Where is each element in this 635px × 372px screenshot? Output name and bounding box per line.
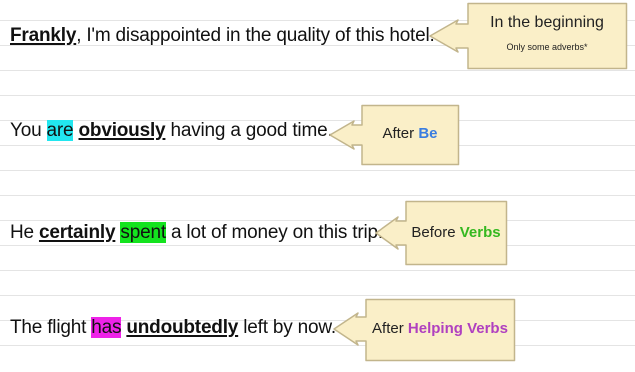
- callout-beginning-title: In the beginning: [490, 14, 604, 31]
- callout-after-helping-verbs-keyword: Helping Verbs: [407, 320, 508, 337]
- callout-after-helping-verbs: After Helping Verbs: [332, 298, 516, 362]
- sentence-1: Frankly, I'm disappointed in the quality…: [10, 24, 435, 48]
- callout-beginning: In the beginning Only some adverbs*: [428, 2, 628, 70]
- highlight-helping-verb: has: [91, 317, 122, 338]
- callout-before-verbs-keyword: Verbs: [459, 224, 501, 241]
- sentence-3-rest: a lot of money on this trip.: [165, 222, 383, 243]
- callout-beginning-note: Only some adverbs*: [506, 42, 588, 52]
- sentence-4: The flight has undoubtedly left by now.: [10, 316, 336, 340]
- sentence-2-rest: having a good time.: [165, 120, 333, 141]
- sentence-4-start: The flight: [10, 317, 92, 338]
- highlight-be-verb: are: [46, 120, 74, 141]
- callout-before-verbs-label: Before Verbs: [406, 224, 506, 241]
- highlight-verb: spent: [120, 222, 166, 243]
- callout-before-verbs: Before Verbs: [374, 200, 508, 266]
- adverb-obviously: obviously: [78, 120, 166, 141]
- sentence-3: He certainly spent a lot of money on thi…: [10, 221, 383, 245]
- adverb-certainly: certainly: [38, 222, 116, 243]
- sentence-4-rest: left by now.: [238, 317, 336, 338]
- callout-after-helping-verbs-label: After Helping Verbs: [366, 320, 514, 337]
- sentence-2: You are obviously having a good time.: [10, 119, 333, 143]
- callout-before-verbs-prefix: Before: [411, 224, 460, 241]
- callout-after-be-keyword: Be: [418, 125, 438, 142]
- sentence-3-start: He: [10, 222, 39, 243]
- callout-beginning-shape: [429, 2, 628, 70]
- adverb-undoubtedly: undoubtedly: [126, 317, 239, 338]
- callout-after-be: After Be: [328, 104, 460, 166]
- callout-after-be-prefix: After: [382, 125, 419, 142]
- adverb-frankly: Frankly: [10, 25, 77, 46]
- sentence-1-rest: , I'm disappointed in the quality of thi…: [76, 25, 435, 46]
- callout-after-helping-verbs-prefix: After: [372, 320, 408, 337]
- callout-after-be-label: After Be: [362, 125, 458, 142]
- sentence-2-start: You: [10, 120, 47, 141]
